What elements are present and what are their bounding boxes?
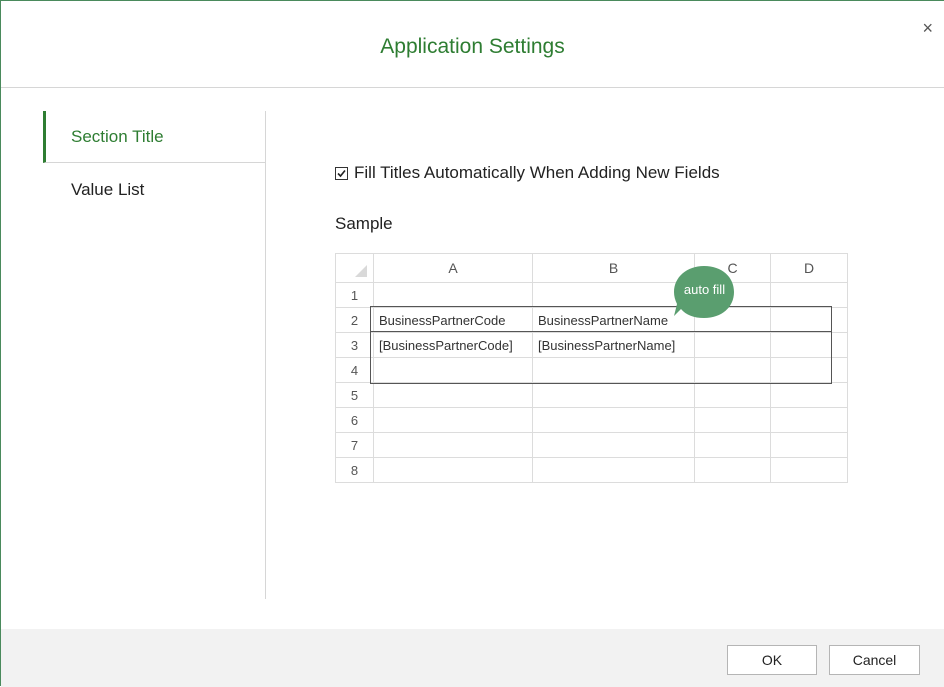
row-number: 1 [335, 282, 374, 308]
grid-corner [335, 253, 374, 283]
table-row: 4 [335, 357, 848, 383]
grid-cell [770, 282, 848, 308]
fill-titles-label: Fill Titles Automatically When Adding Ne… [354, 163, 720, 182]
grid-cell [694, 332, 771, 358]
column-header-a: A [373, 253, 533, 283]
select-all-corner-icon [355, 265, 367, 277]
grid-cell [770, 357, 848, 383]
close-icon[interactable]: × [922, 19, 933, 37]
row-number: 6 [335, 407, 374, 433]
grid-cell [532, 282, 695, 308]
sample-grid: A B C D 1 2 BusinessPartnerCode Business… [335, 253, 848, 483]
grid-cell: [BusinessPartnerName] [532, 332, 695, 358]
grid-cell [532, 357, 695, 383]
grid-cell [373, 357, 533, 383]
dialog-footer: OK Cancel [1, 629, 944, 687]
table-row: 2 BusinessPartnerCode BusinessPartnerNam… [335, 307, 848, 333]
row-number: 7 [335, 432, 374, 458]
grid-cell [532, 407, 695, 433]
row-number: 3 [335, 332, 374, 358]
grid-cell [532, 457, 695, 483]
row-number: 5 [335, 382, 374, 408]
grid-cell [770, 432, 848, 458]
grid-cell: BusinessPartnerCode [373, 307, 533, 333]
table-row: 6 [335, 407, 848, 433]
dialog-header: Application Settings × [1, 1, 944, 88]
sidebar-item-section-title[interactable]: Section Title [43, 111, 265, 163]
column-header-b: B [532, 253, 695, 283]
sidebar-item-value-list[interactable]: Value List [43, 164, 265, 216]
auto-fill-label: auto fill [683, 282, 726, 297]
grid-cell [694, 382, 771, 408]
grid-cell [770, 307, 848, 333]
grid-cell [694, 407, 771, 433]
grid-cell [694, 432, 771, 458]
table-row: 1 [335, 282, 848, 308]
settings-dialog: Application Settings × Section Title Val… [0, 0, 944, 687]
table-row: 8 [335, 457, 848, 483]
grid-cell [373, 432, 533, 458]
grid-cell [770, 382, 848, 408]
auto-fill-callout: auto fill [672, 264, 737, 320]
grid-cell [373, 282, 533, 308]
grid-cell: [BusinessPartnerCode] [373, 332, 533, 358]
grid-cell [373, 457, 533, 483]
grid-cell [373, 382, 533, 408]
column-header-d: D [770, 253, 848, 283]
grid-cell [532, 432, 695, 458]
row-number: 2 [335, 307, 374, 333]
sample-table: A B C D 1 2 BusinessPartnerCode Business… [335, 253, 848, 483]
table-row: 3 [BusinessPartnerCode] [BusinessPartner… [335, 332, 848, 358]
ok-button[interactable]: OK [727, 645, 817, 675]
grid-cell [770, 332, 848, 358]
dialog-title: Application Settings [380, 35, 565, 58]
grid-cell [694, 457, 771, 483]
cancel-button[interactable]: Cancel [829, 645, 920, 675]
grid-cell [532, 382, 695, 408]
sample-heading: Sample [335, 214, 393, 233]
fill-titles-option[interactable]: Fill Titles Automatically When Adding Ne… [335, 163, 720, 183]
table-row: 5 [335, 382, 848, 408]
grid-cell [373, 407, 533, 433]
row-number: 8 [335, 457, 374, 483]
grid-cell [770, 457, 848, 483]
checkmark-icon [337, 169, 346, 177]
fill-titles-checkbox[interactable] [335, 166, 348, 180]
row-number: 4 [335, 357, 374, 383]
table-row: 7 [335, 432, 848, 458]
grid-cell: BusinessPartnerName [532, 307, 695, 333]
settings-sidebar: Section Title Value List [43, 111, 266, 599]
grid-cell [694, 357, 771, 383]
grid-cell [770, 407, 848, 433]
